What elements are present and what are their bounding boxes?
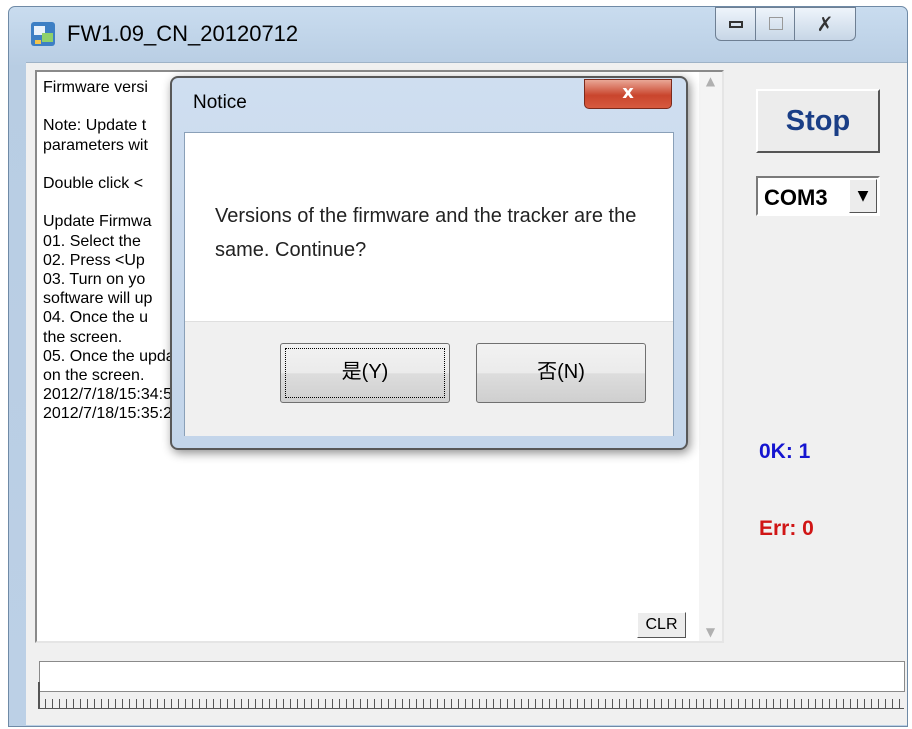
window-title: FW1.09_CN_20120712 xyxy=(67,21,299,46)
dropdown-arrow-icon[interactable]: ▼ xyxy=(849,179,877,213)
progress-bar xyxy=(39,661,905,692)
dialog-button-bar: 是(Y) 否(N) xyxy=(185,321,673,436)
yes-button[interactable]: 是(Y) xyxy=(280,343,450,403)
ok-count: 0K: 1 xyxy=(759,440,811,463)
close-icon: x xyxy=(622,82,634,103)
clear-log-button[interactable]: CLR xyxy=(637,612,686,638)
maximize-button[interactable] xyxy=(755,7,795,41)
dialog-title: Notice xyxy=(193,92,247,113)
error-count: Err: 0 xyxy=(759,517,814,540)
close-icon: ✗ xyxy=(816,12,834,36)
dialog-message: Versions of the firmware and the tracker… xyxy=(215,205,637,261)
yes-button-label: 是(Y) xyxy=(341,361,389,383)
port-select[interactable]: COM3 ▼ xyxy=(756,176,880,216)
app-icon xyxy=(31,22,55,46)
stop-button[interactable]: Stop xyxy=(756,89,880,153)
scroll-down-icon[interactable]: ▼ xyxy=(699,625,722,639)
dialog-body: Versions of the firmware and the tracker… xyxy=(184,132,674,436)
dialog-close-button[interactable]: x xyxy=(584,79,672,109)
maximize-icon xyxy=(769,17,783,30)
no-button[interactable]: 否(N) xyxy=(476,343,646,403)
port-value: COM3 xyxy=(764,185,828,210)
scroll-up-icon[interactable]: ▲ xyxy=(699,74,722,88)
minimize-button[interactable] xyxy=(715,7,756,41)
notice-dialog: Notice x Versions of the firmware and th… xyxy=(170,76,688,450)
close-button[interactable]: ✗ xyxy=(794,7,856,41)
log-scrollbar[interactable]: ▲ ▼ xyxy=(699,72,722,641)
progress-ticks xyxy=(38,699,904,709)
minimize-icon xyxy=(729,21,743,28)
no-button-label: 否(N) xyxy=(537,361,585,383)
